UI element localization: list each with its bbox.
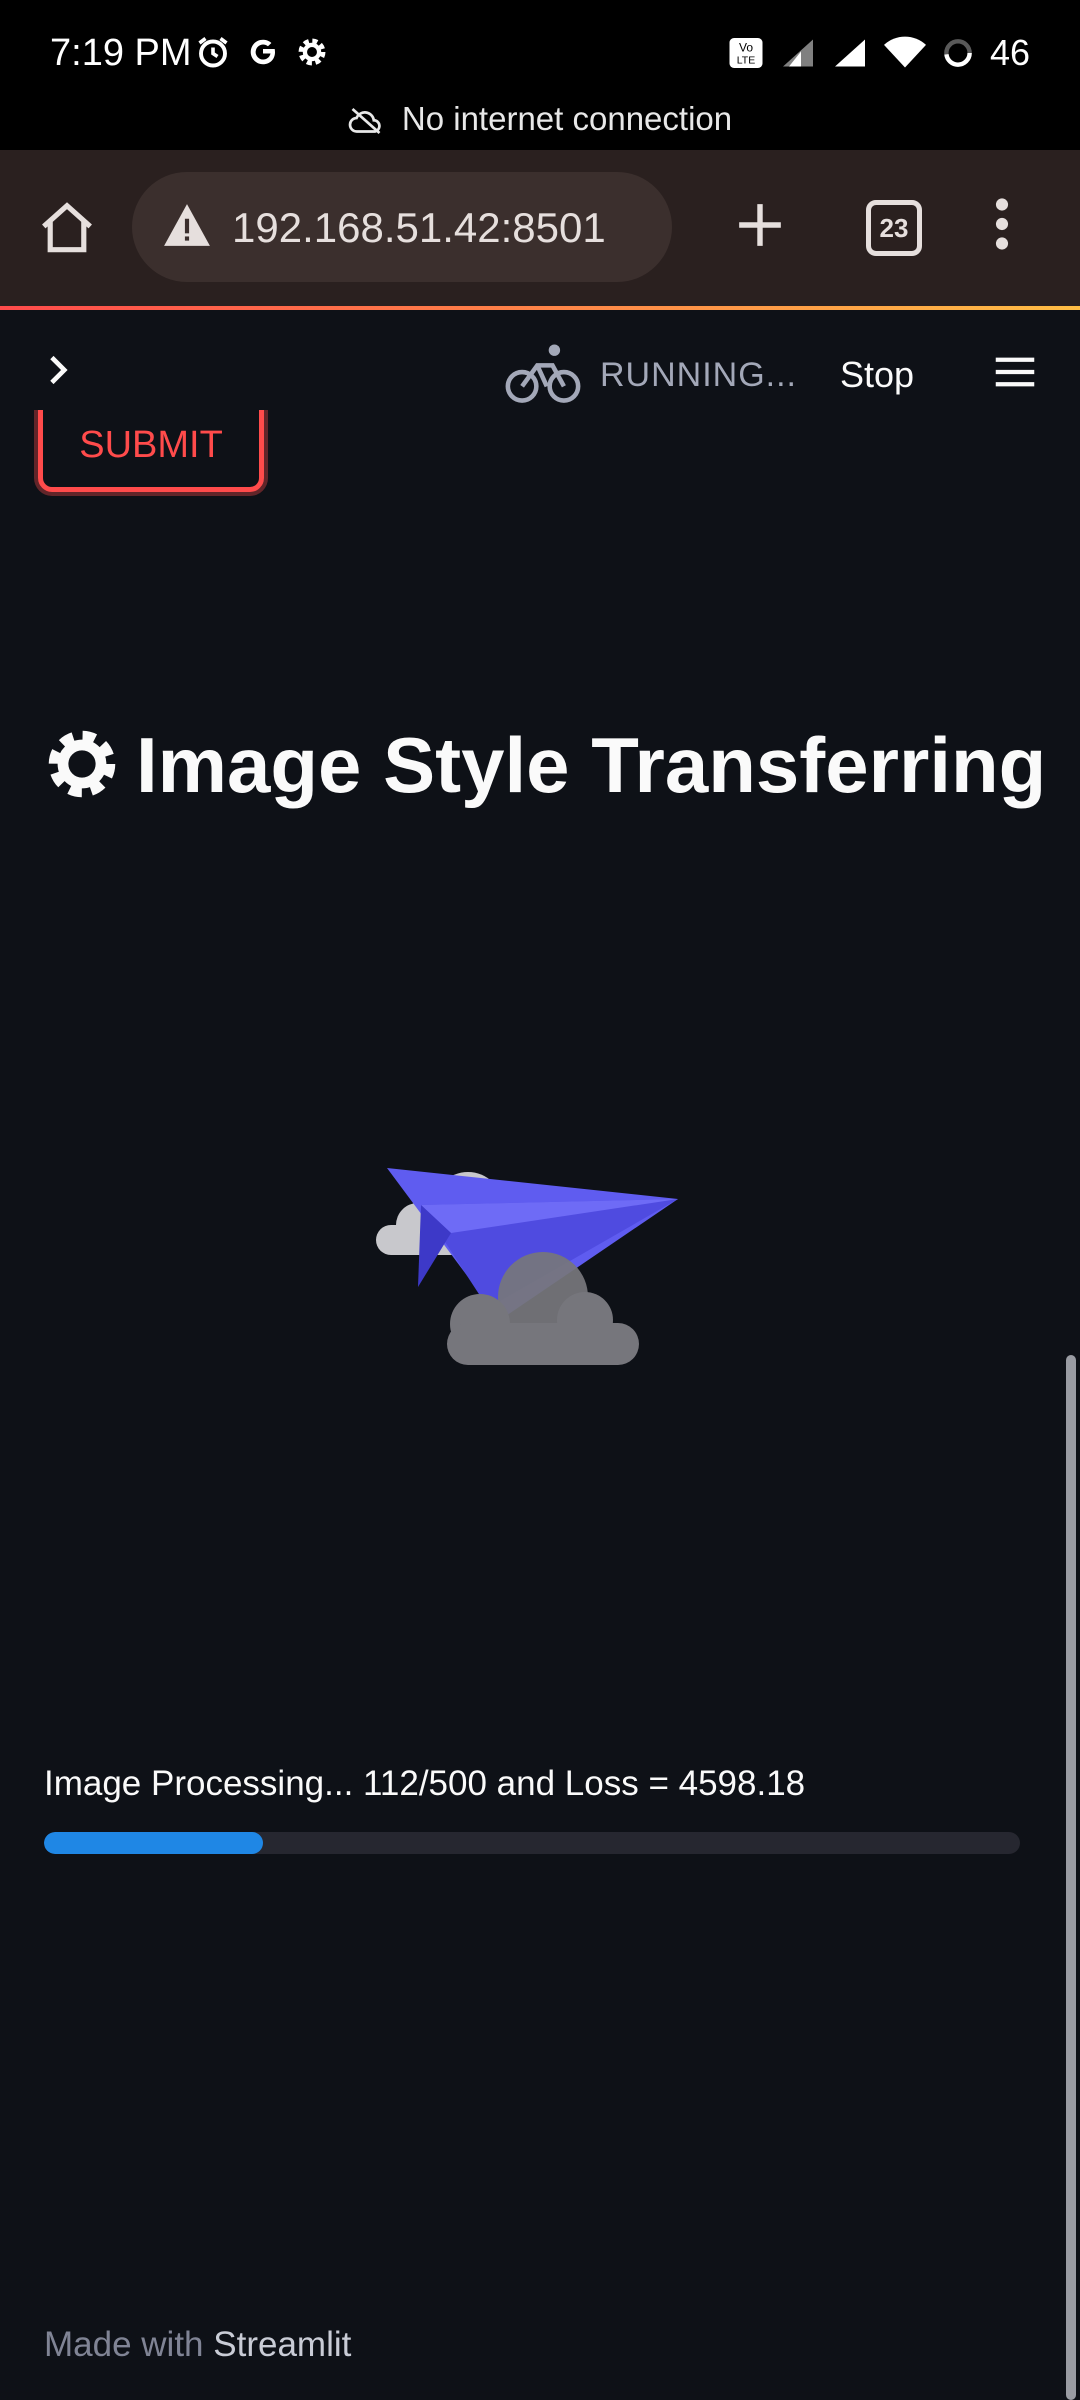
footer-prefix: Made with (44, 2325, 204, 2364)
tab-switcher-button[interactable]: 23 (866, 200, 922, 256)
page-title-text: Image Style Transferring (136, 721, 1047, 809)
progress-bar (44, 1832, 1020, 1854)
app-header: RUNNING... Stop (0, 310, 1080, 410)
svg-text:Vo: Vo (739, 41, 753, 55)
volte-icon: VoLTE (729, 38, 763, 68)
status-right-icons: Vo LTE 46 (728, 32, 1030, 74)
status-left-icons (195, 34, 329, 70)
stop-button[interactable]: Stop (840, 354, 914, 396)
url-text[interactable]: 192.168.51.42:8501 (232, 204, 606, 252)
warning-icon[interactable] (162, 202, 212, 248)
svg-text:LTE: LTE (737, 55, 755, 67)
chevron-right-icon[interactable] (48, 354, 70, 386)
no-internet-banner: No internet connection (0, 100, 1080, 138)
status-time: 7:19 PM (50, 32, 192, 74)
status-bar: 7:19 PM Vo LTE 46 No internet connection (0, 0, 1080, 150)
hamburger-menu-icon[interactable] (994, 356, 1036, 388)
more-vert-icon[interactable] (990, 198, 1014, 250)
streamlit-link[interactable]: Streamlit (213, 2325, 351, 2364)
footer: Made with Streamlit (44, 2325, 351, 2365)
progress-label: Image Processing... 112/500 and Loss = 4… (44, 1764, 806, 1803)
running-status: RUNNING... (600, 356, 797, 394)
signal-icon (834, 39, 865, 67)
battery-level: 46 (989, 32, 1030, 73)
plus-icon[interactable] (735, 200, 785, 250)
progress-bar-fill (44, 1832, 263, 1854)
wifi-icon (883, 36, 926, 68)
home-icon[interactable] (36, 198, 98, 260)
battery-icon (944, 39, 972, 67)
page-title: Image Style Transferring (44, 720, 1046, 811)
bicycle-icon (505, 344, 581, 403)
browser-toolbar: 192.168.51.42:8501 23 (0, 150, 1080, 306)
google-icon (250, 39, 275, 65)
address-bar[interactable]: 192.168.51.42:8501 (132, 172, 672, 282)
alarm-icon (198, 37, 228, 68)
scrollbar[interactable] (1066, 1355, 1076, 2400)
signal-icon (782, 39, 813, 67)
cloud-off-icon (348, 108, 381, 135)
paper-plane-illustration (376, 1168, 678, 1365)
gear-icon (48, 730, 116, 798)
no-internet-text: No internet connection (401, 100, 733, 137)
settings-icon (298, 38, 326, 66)
